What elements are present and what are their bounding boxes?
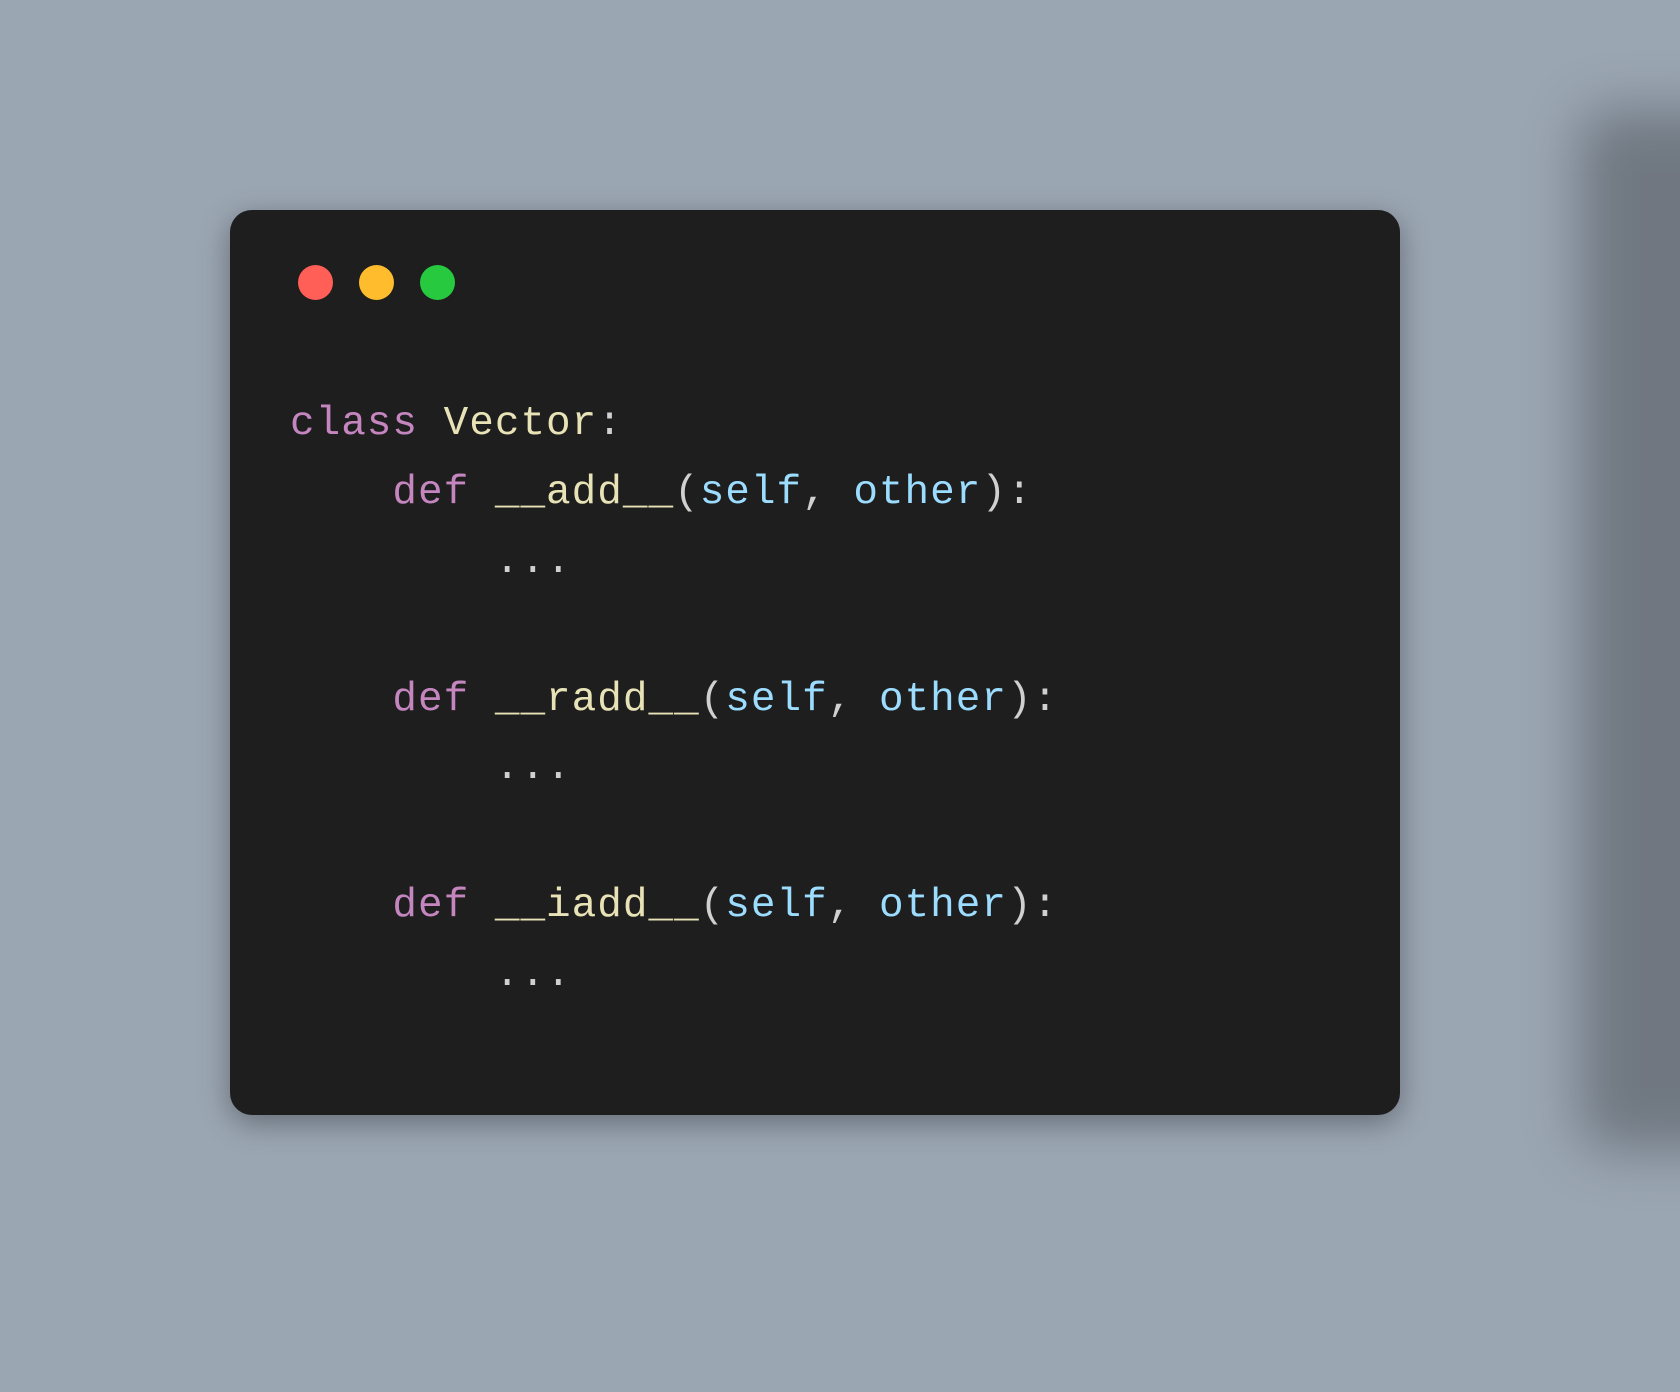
ellipsis-2: ... xyxy=(495,952,572,998)
comma: , xyxy=(828,677,879,723)
param-other-0: other xyxy=(853,470,981,516)
param-other-1: other xyxy=(879,677,1007,723)
class-name: Vector xyxy=(444,401,598,447)
keyword-def: def xyxy=(392,677,469,723)
minimize-icon[interactable] xyxy=(359,265,394,300)
comma: , xyxy=(802,470,853,516)
param-self-0: self xyxy=(700,470,802,516)
maximize-icon[interactable] xyxy=(420,265,455,300)
paren-close: ) xyxy=(981,470,1007,516)
colon-m0: : xyxy=(1007,470,1033,516)
colon-m2: : xyxy=(1033,883,1059,929)
method-name-1: __radd__ xyxy=(495,677,700,723)
paren-open: ( xyxy=(700,677,726,723)
paren-open: ( xyxy=(700,883,726,929)
param-other-2: other xyxy=(879,883,1007,929)
colon-m1: : xyxy=(1033,677,1059,723)
method-name-0: __add__ xyxy=(495,470,674,516)
keyword-def: def xyxy=(392,883,469,929)
paren-open: ( xyxy=(674,470,700,516)
paren-close: ) xyxy=(1007,883,1033,929)
keyword-def: def xyxy=(392,470,469,516)
ellipsis-1: ... xyxy=(495,745,572,791)
window-traffic-lights xyxy=(290,265,1340,300)
param-self-1: self xyxy=(725,677,827,723)
paren-close: ) xyxy=(1007,677,1033,723)
keyword-class: class xyxy=(290,401,418,447)
method-name-2: __iadd__ xyxy=(495,883,700,929)
param-self-2: self xyxy=(725,883,827,929)
background-shadow-panel xyxy=(1580,110,1680,1150)
colon: : xyxy=(597,401,623,447)
code-window: class Vector: def __add__(self, other): … xyxy=(230,210,1400,1115)
code-block: class Vector: def __add__(self, other): … xyxy=(290,390,1340,1010)
close-icon[interactable] xyxy=(298,265,333,300)
ellipsis-0: ... xyxy=(495,539,572,585)
comma: , xyxy=(828,883,879,929)
